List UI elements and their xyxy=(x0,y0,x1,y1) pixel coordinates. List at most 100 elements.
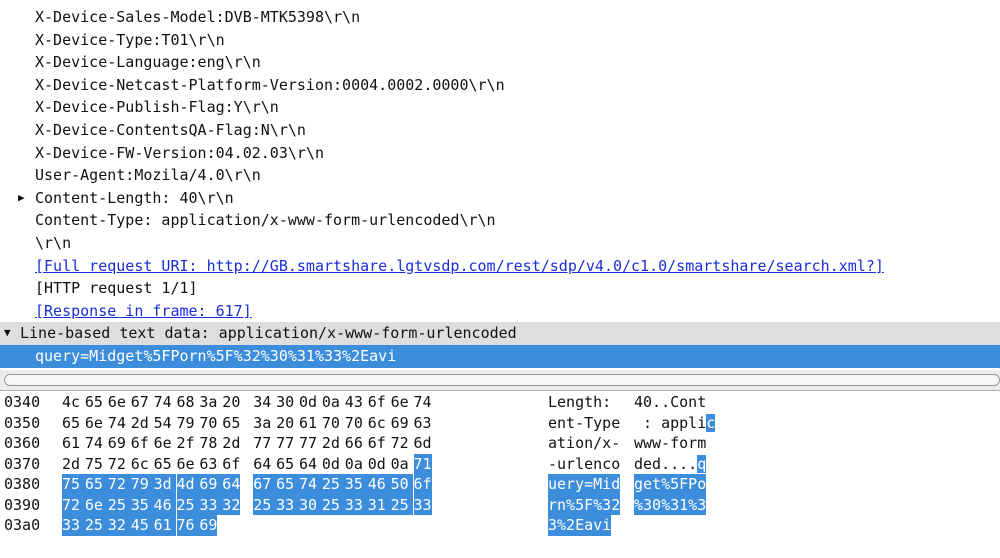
hex-byte[interactable]: 72 xyxy=(391,433,409,454)
hex-byte[interactable]: 79 xyxy=(130,474,154,495)
ascii-selected[interactable]: c xyxy=(706,413,716,432)
hex-byte[interactable]: 65 xyxy=(222,413,240,434)
hex-byte[interactable]: 6f xyxy=(413,474,432,495)
hex-byte[interactable]: 0d xyxy=(322,454,340,475)
hex-byte[interactable]: 2d xyxy=(131,413,149,434)
hex-byte[interactable]: 6e xyxy=(84,494,108,515)
hex-byte[interactable]: 54 xyxy=(154,413,172,434)
tree-row[interactable]: Content-Type: application/x-www-form-url… xyxy=(0,209,1000,232)
hex-byte[interactable]: 69 xyxy=(199,515,217,536)
hex-byte[interactable]: 79 xyxy=(177,413,195,434)
hex-byte[interactable]: 45 xyxy=(130,515,154,536)
hex-byte[interactable]: 33 xyxy=(344,494,368,515)
hex-byte[interactable]: 77 xyxy=(253,433,271,454)
hex-byte[interactable]: 64 xyxy=(299,454,317,475)
hex-byte[interactable]: 78 xyxy=(199,433,217,454)
hex-byte[interactable]: 67 xyxy=(131,392,149,413)
tree-row[interactable]: X-Device-Publish-Flag:Y\r\n xyxy=(0,96,1000,119)
ascii-segment[interactable]: ent-Type xyxy=(548,413,620,434)
hex-byte[interactable]: 3d xyxy=(153,474,177,495)
hex-byte[interactable]: 61 xyxy=(153,515,177,536)
hex-byte[interactable]: 65 xyxy=(62,413,80,434)
hex-byte[interactable]: 6f xyxy=(368,392,386,413)
hex-byte[interactable]: 69 xyxy=(199,474,223,495)
hex-byte[interactable]: 65 xyxy=(84,474,108,495)
ascii-selected[interactable]: q xyxy=(697,454,707,473)
hex-byte[interactable]: 0d xyxy=(368,454,386,475)
hex-byte[interactable]: 77 xyxy=(276,433,294,454)
hex-byte[interactable]: 74 xyxy=(154,392,172,413)
hex-byte[interactable]: 6f xyxy=(368,433,386,454)
hex-byte[interactable]: 65 xyxy=(276,454,294,475)
packet-details-pane[interactable]: X-Device-Sales-Model:DVB-MTK5398\r\n X-De… xyxy=(0,6,1000,371)
hex-byte[interactable]: 6e xyxy=(154,433,172,454)
hex-byte[interactable]: 6e xyxy=(177,454,195,475)
hex-byte[interactable]: 72 xyxy=(107,474,131,495)
hex-byte[interactable]: 25 xyxy=(84,515,108,536)
hex-byte[interactable]: 6c xyxy=(131,454,149,475)
ascii-segment[interactable]: get%5FPo xyxy=(634,474,707,495)
hex-byte[interactable]: 69 xyxy=(391,413,409,434)
ascii-segment[interactable]: www-form xyxy=(634,433,706,454)
hex-byte[interactable]: 20 xyxy=(222,392,240,413)
hex-byte[interactable]: 65 xyxy=(154,454,172,475)
ascii-segment[interactable]: %30%31%3 xyxy=(634,494,707,515)
hex-byte[interactable]: 74 xyxy=(414,392,432,413)
hex-byte[interactable]: 25 xyxy=(253,494,277,515)
hex-byte[interactable]: 75 xyxy=(62,474,85,495)
hex-byte[interactable]: 25 xyxy=(107,494,131,515)
hex-byte[interactable]: 33 xyxy=(276,494,299,515)
hex-byte[interactable]: 35 xyxy=(130,494,154,515)
hex-byte[interactable]: 2d xyxy=(222,433,240,454)
hex-byte[interactable]: 32 xyxy=(222,494,240,515)
hex-byte[interactable]: 33 xyxy=(199,494,223,515)
hex-byte[interactable]: 25 xyxy=(176,494,200,515)
hex-byte[interactable]: 46 xyxy=(367,474,391,495)
hex-byte[interactable]: 33 xyxy=(413,494,432,515)
hex-byte[interactable]: 70 xyxy=(199,413,217,434)
hex-byte[interactable]: 77 xyxy=(299,433,317,454)
hex-byte[interactable]: 2d xyxy=(62,454,80,475)
hex-byte[interactable]: 0a xyxy=(345,454,363,475)
hex-byte[interactable]: 31 xyxy=(367,494,391,515)
hex-byte[interactable]: 3a xyxy=(253,413,271,434)
hex-byte[interactable]: 65 xyxy=(276,474,299,495)
hex-byte[interactable]: 2f xyxy=(177,433,195,454)
hex-byte[interactable]: 67 xyxy=(253,474,277,495)
hex-byte[interactable]: 0d xyxy=(299,392,317,413)
hex-byte[interactable]: 25 xyxy=(321,474,345,495)
hex-byte[interactable]: 6e xyxy=(391,392,409,413)
ascii-segment[interactable]: ation/x- xyxy=(548,433,620,454)
hex-byte[interactable]: 43 xyxy=(345,392,363,413)
tree-row[interactable]: \r\n xyxy=(0,232,1000,255)
hex-byte[interactable]: 6e xyxy=(85,413,103,434)
tree-row[interactable]: ▼ Line-based text data: application/x-www… xyxy=(0,322,1000,345)
tree-row[interactable]: query=Midget%5FPorn%5F%32%30%31%33%2Eavi xyxy=(0,345,1000,368)
hex-byte[interactable]: 71 xyxy=(413,453,432,474)
packet-bytes-pane[interactable]: 0340 4c 65 6e 67 74 68 3a 20 34 30 0d 0a 43 6f 6e 74 Leng… xyxy=(0,392,1000,558)
hex-byte[interactable]: 0a xyxy=(391,454,409,475)
hex-byte[interactable]: 72 xyxy=(62,494,85,515)
hex-byte[interactable]: 6c xyxy=(368,413,386,434)
hex-byte[interactable]: 20 xyxy=(276,413,294,434)
hex-byte[interactable]: 76 xyxy=(176,515,200,536)
hex-byte[interactable]: 74 xyxy=(108,413,126,434)
ascii-segment[interactable]: rn%5F%32 xyxy=(548,494,621,515)
hex-byte[interactable]: 72 xyxy=(108,454,126,475)
ascii-segment[interactable]: 40..Cont xyxy=(634,392,706,413)
tree-row-link[interactable]: [Response in frame: 617] xyxy=(35,300,252,323)
hex-byte[interactable]: 69 xyxy=(108,433,126,454)
ascii-segment[interactable]: Length: xyxy=(548,392,620,413)
hex-byte[interactable]: 25 xyxy=(321,494,345,515)
hex-byte[interactable]: 75 xyxy=(85,454,103,475)
tree-row[interactable]: X-Device-Language:eng\r\n xyxy=(0,51,1000,74)
tree-row[interactable]: ▶ Content-Length: 40\r\n xyxy=(0,187,1000,210)
tree-row[interactable]: X-Device-ContentsQA-Flag:N\r\n xyxy=(0,119,1000,142)
tree-row[interactable]: X-Device-FW-Version:04.02.03\r\n xyxy=(0,142,1000,165)
ascii-segment[interactable]: uery=Mid xyxy=(548,474,621,495)
hex-byte[interactable]: 74 xyxy=(85,433,103,454)
scrollbar-track[interactable] xyxy=(4,374,1000,386)
ascii-segment[interactable]: -urlenco xyxy=(548,454,620,475)
hex-byte[interactable]: 46 xyxy=(153,494,177,515)
hex-byte[interactable]: 63 xyxy=(414,413,432,434)
